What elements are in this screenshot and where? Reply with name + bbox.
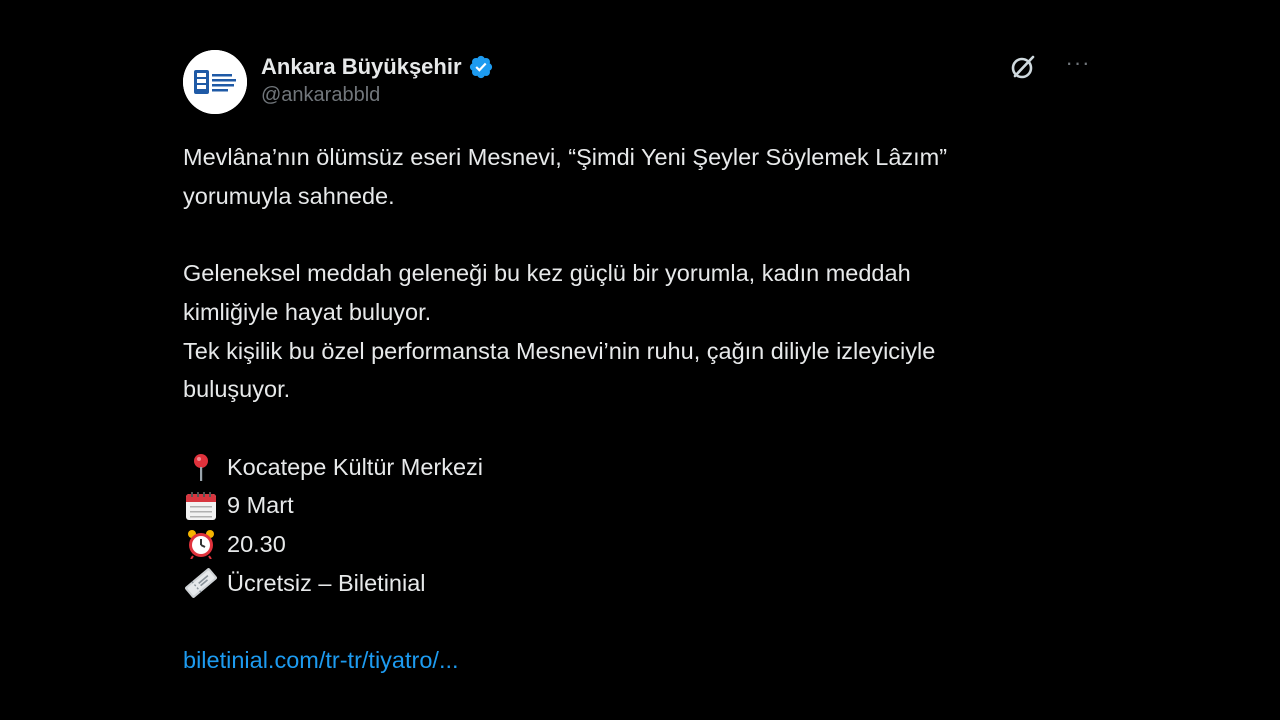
tweet-text-line: yorumuyla sahnede. bbox=[183, 182, 395, 209]
name-row: Ankara Büyükşehir bbox=[261, 52, 494, 82]
detail-text: Ücretsiz – Biletinial bbox=[227, 569, 426, 596]
ankara-municipality-logo-icon bbox=[183, 50, 247, 114]
tweet-body: Mevlâna’nın ölümsüz eseri Mesnevi, “Şimd… bbox=[183, 138, 1093, 680]
ticket-icon bbox=[183, 568, 219, 598]
tweet: Ankara Büyükşehir @ankarabbld ··· Mevlân… bbox=[183, 48, 1093, 680]
avatar[interactable] bbox=[183, 50, 247, 114]
detail-date: 9 Mart bbox=[183, 486, 1093, 525]
tweet-text-line: kimliğiyle hayat buluyor. bbox=[183, 298, 432, 325]
detail-text: 9 Mart bbox=[227, 492, 294, 519]
pin-icon bbox=[183, 452, 219, 482]
author-display-name[interactable]: Ankara Büyükşehir bbox=[261, 54, 462, 80]
detail-location: Kocatepe Kültür Merkezi bbox=[183, 448, 1093, 487]
detail-text: Kocatepe Kültür Merkezi bbox=[227, 453, 484, 480]
tweet-text-line: Tek kişilik bu özel performansta Mesnevi… bbox=[183, 337, 936, 364]
event-link[interactable]: biletinial.com/tr-tr/tiyatro/... bbox=[183, 647, 459, 673]
alarm-clock-icon bbox=[183, 529, 219, 560]
detail-time: 20.30 bbox=[183, 525, 1093, 564]
author-names: Ankara Büyükşehir @ankarabbld bbox=[261, 52, 494, 107]
tweet-text-line: Mevlâna’nın ölümsüz eseri Mesnevi, “Şimd… bbox=[183, 144, 948, 170]
author-handle[interactable]: @ankarabbld bbox=[261, 84, 494, 107]
verified-badge-icon[interactable] bbox=[468, 54, 494, 80]
detail-text: 20.30 bbox=[227, 530, 286, 557]
more-icon[interactable]: ··· bbox=[1063, 52, 1093, 82]
grok-icon[interactable] bbox=[1009, 53, 1037, 81]
tweet-text-line: buluşuyor. bbox=[183, 376, 291, 403]
tweet-text-line: Geleneksel meddah geleneği bu kez güçlü … bbox=[183, 260, 911, 287]
calendar-icon bbox=[183, 491, 219, 521]
detail-ticket: Ücretsiz – Biletinial bbox=[183, 564, 1093, 603]
tweet-header: Ankara Büyükşehir @ankarabbld ··· bbox=[183, 48, 1093, 116]
